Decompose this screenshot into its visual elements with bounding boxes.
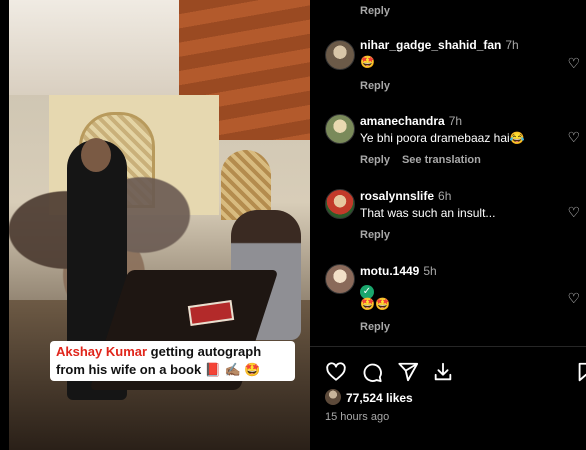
comment-username[interactable]: amanechandra <box>360 114 445 128</box>
comment-time: 7h <box>448 114 463 128</box>
avatar[interactable] <box>325 264 355 294</box>
like-heart-icon[interactable] <box>325 361 347 383</box>
comment-header: motu.1449 5h <box>360 264 437 278</box>
comment-time: 6h <box>438 189 452 203</box>
comment-item: rosalynnslife 6h That was such an insult.… <box>310 189 586 249</box>
heart-icon[interactable]: ♡ <box>567 55 580 72</box>
comment-username[interactable]: nihar_gadge_shahid_fan <box>360 38 501 52</box>
share-icon[interactable] <box>397 361 419 383</box>
heart-icon[interactable]: ♡ <box>567 129 580 146</box>
heart-icon[interactable]: ♡ <box>567 290 580 307</box>
comments-panel: Reply nihar_gadge_shahid_fan 7h 🤩 Reply ♡… <box>310 0 586 450</box>
post-video[interactable]: Akshay Kumar getting autograph from his … <box>9 0 310 450</box>
avatar[interactable] <box>325 189 355 219</box>
comment-header: nihar_gadge_shahid_fan 7h <box>360 38 519 52</box>
avatar[interactable] <box>325 40 355 70</box>
comment-item: nihar_gadge_shahid_fan 7h 🤩 Reply ♡ <box>310 38 586 98</box>
divider <box>310 346 586 347</box>
heart-icon[interactable]: ♡ <box>567 204 580 221</box>
scene-man-head <box>81 138 111 172</box>
comment-header: rosalynnslife 6h <box>360 189 451 203</box>
comment-icon[interactable] <box>361 361 383 383</box>
bookmark-icon[interactable] <box>575 361 586 383</box>
save-icon[interactable] <box>432 361 454 383</box>
left-edge <box>0 0 9 450</box>
comment-username[interactable]: motu.1449 <box>360 264 419 278</box>
post-action-bar <box>325 361 586 385</box>
comment-time: 5h <box>423 264 437 278</box>
reply-button[interactable]: Reply <box>360 80 390 92</box>
reply-button[interactable]: Reply <box>360 229 390 241</box>
comment-item: amanechandra 7h Ye bhi poora dramebaaz ha… <box>310 114 586 174</box>
reply-button[interactable]: Reply <box>360 154 390 166</box>
comment-username[interactable]: rosalynnslife <box>360 189 434 203</box>
caption-name: Akshay Kumar <box>56 344 148 359</box>
comment-time: 7h <box>505 38 519 52</box>
comment-actions: Reply <box>360 321 390 333</box>
comment-actions: Reply See translation <box>360 154 481 166</box>
likes-count[interactable]: 77,524 likes <box>346 391 413 405</box>
video-caption: Akshay Kumar getting autograph from his … <box>50 341 295 381</box>
see-translation-button[interactable]: See translation <box>402 154 481 166</box>
comment-text: Ye bhi poora dramebaaz hai😂 <box>360 131 525 145</box>
comment-item: motu.1449 5h ✓ 🤩🤩 Reply ♡ <box>310 264 586 336</box>
comment-text: That was such an insult... <box>360 206 496 220</box>
comment-header: amanechandra 7h <box>360 114 462 128</box>
comment-text: 🤩🤩 <box>360 297 390 311</box>
post-timestamp: 15 hours ago <box>325 411 390 423</box>
reply-link[interactable]: Reply <box>360 5 390 17</box>
reply-button[interactable]: Reply <box>360 321 390 333</box>
comment-actions: Reply <box>360 80 390 92</box>
avatar[interactable] <box>325 114 355 144</box>
caption-emoji: 📕 ✍🏽 🤩 <box>201 362 261 377</box>
liker-avatar[interactable] <box>325 389 341 405</box>
comment-text: 🤩 <box>360 55 375 69</box>
comment-actions: Reply <box>360 229 390 241</box>
